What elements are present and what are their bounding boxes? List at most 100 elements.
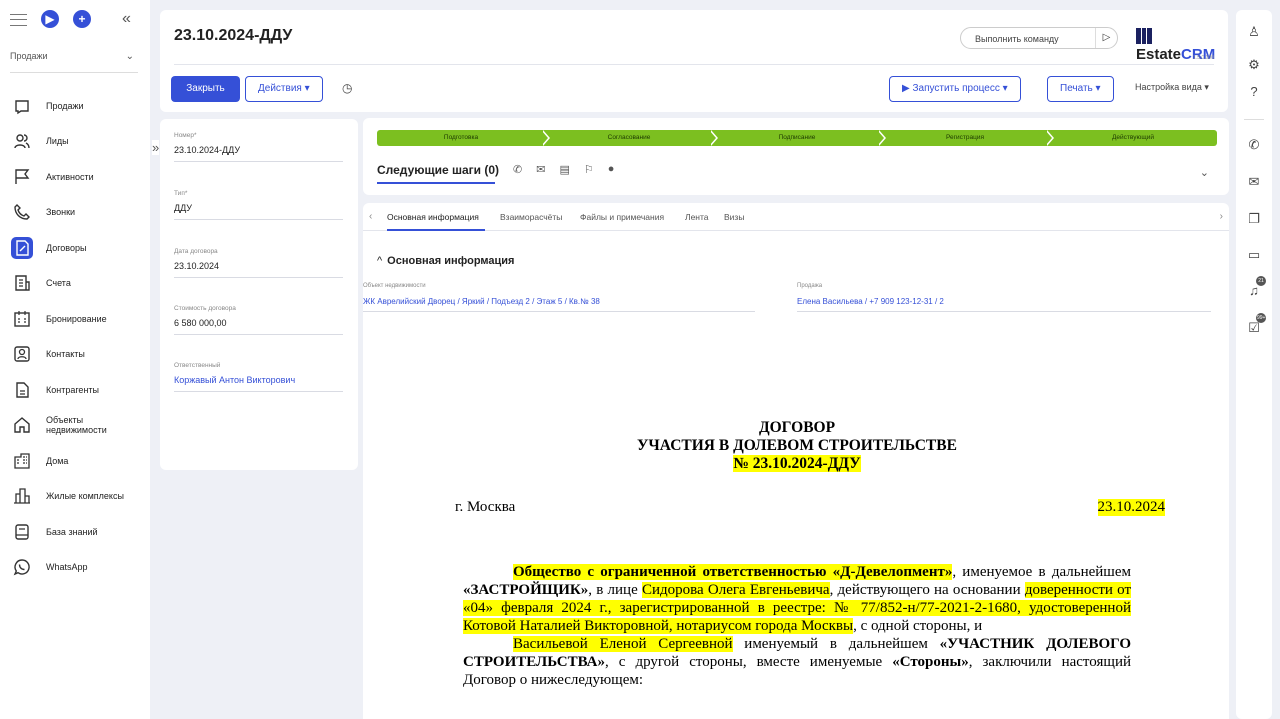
add-icon[interactable]: + [73, 10, 91, 28]
gear-icon[interactable]: ⚙ [1245, 56, 1263, 74]
object-field[interactable]: Объект недвижимости ЖК Аврелийский Дворе… [363, 283, 755, 312]
field-value[interactable]: ДДУ [174, 203, 343, 220]
sidebar-nav: Продажи Лиды Активности Звонки Договоры … [0, 88, 150, 585]
sidebar-item-label: Бронирование [46, 313, 107, 324]
sidebar-item-calls[interactable]: Звонки [0, 195, 150, 231]
tab-visas[interactable]: Визы [724, 212, 744, 222]
next-steps-tab[interactable]: Следующие шаги (0) [377, 163, 499, 177]
sidebar-item-sales[interactable]: Продажи [0, 88, 150, 124]
stage-item[interactable]: Подготовка [377, 130, 550, 146]
sale-field[interactable]: Продажа Елена Васильева / +7 909 123-12-… [797, 283, 1211, 312]
user-icon[interactable]: ♙ [1245, 23, 1263, 41]
sidebar-item-real-estate[interactable]: Объекты недвижимости [0, 408, 150, 444]
field-value[interactable]: 23.10.2024 [174, 261, 343, 278]
field-label: Номер* [174, 132, 197, 139]
sidebar-item-label: Звонки [46, 207, 76, 218]
print-button[interactable]: Печать ▾ [1047, 76, 1114, 102]
chevron-right-icon[interactable]: › [1220, 211, 1223, 222]
field-value[interactable]: 6 580 000,00 [174, 318, 343, 335]
sidebar-item-label: База знаний [46, 526, 98, 537]
sidebar-item-leads[interactable]: Лиды [0, 124, 150, 160]
play-icon[interactable]: ▶ [41, 10, 59, 28]
phone-icon[interactable]: ✆ [1245, 136, 1263, 154]
field-label: Стоимость договора [174, 305, 236, 312]
chevron-down-icon[interactable]: ⌄ [1200, 166, 1209, 179]
tab-settlements[interactable]: Взаиморасчёты [500, 212, 562, 222]
doc-participant: Васильевой Еленой Сергеевной [513, 636, 733, 652]
type-field[interactable]: Тип* ДДУ [174, 190, 343, 220]
object-link[interactable]: ЖК Аврелийский Дворец / Яркий / Подъезд … [363, 297, 755, 312]
field-label: Объект недвижимости [363, 283, 426, 289]
tab-feed[interactable]: Лента [685, 212, 709, 222]
tab-files[interactable]: Файлы и примечания [580, 212, 664, 222]
run-process-button[interactable]: ▶ Запустить процесс ▾ [889, 76, 1021, 102]
sidebar-item-activities[interactable]: Активности [0, 159, 150, 195]
tab-main-info[interactable]: Основная информация [387, 212, 479, 222]
tasks-badge: 99+ [1256, 313, 1267, 323]
sidebar-top: ▶ + « [0, 0, 150, 38]
sidebar-item-label: Контакты [46, 349, 85, 360]
responsible-field[interactable]: Ответственный Коржавый Антон Викторович [174, 362, 343, 392]
tasks-icon[interactable]: ☑ 99+ [1245, 313, 1267, 337]
section-header[interactable]: ^ Основная информация [377, 255, 514, 267]
field-label: Ответственный [174, 362, 221, 369]
sidebar: ▶ + « Продажи ⌄ Продажи Лиды Активности … [0, 0, 150, 719]
close-button[interactable]: Закрыть [171, 76, 240, 102]
sidebar-item-booking[interactable]: Бронирование [0, 301, 150, 337]
sale-link[interactable]: Елена Васильева / +7 909 123-12-31 / 2 [797, 297, 1211, 312]
field-value[interactable]: 23.10.2024-ДДУ [174, 145, 343, 162]
stage-item-current[interactable]: Действующий [1049, 130, 1217, 146]
stage-item[interactable]: Подписание [713, 130, 886, 146]
tag-icon[interactable]: ◷ [342, 81, 352, 95]
doc-title-line: ДОГОВОР [758, 419, 836, 436]
chevron-up-icon: ^ [377, 255, 383, 267]
sidebar-item-complexes[interactable]: Жилые комплексы [0, 479, 150, 515]
chevron-left-icon[interactable]: ‹ [369, 211, 372, 222]
help-icon[interactable]: ? [1245, 83, 1263, 101]
sidebar-item-contracts[interactable]: Договоры [0, 230, 150, 266]
stage-item[interactable]: Регистрация [881, 130, 1054, 146]
bell-icon[interactable]: ♫ 21 [1245, 276, 1266, 300]
run-command-icon[interactable]: ▷ [1095, 28, 1117, 48]
command-input[interactable]: Выполнить команду ▷ [960, 27, 1118, 49]
section-select[interactable]: Продажи ⌄ [10, 51, 138, 73]
sidebar-item-label: Лиды [46, 136, 69, 147]
actions-button[interactable]: Действия ▾ [245, 76, 323, 102]
date-field[interactable]: Дата договора 23.10.2024 [174, 248, 343, 278]
section-select-value: Продажи [10, 51, 48, 61]
sidebar-item-knowledge-base[interactable]: База знаний [0, 514, 150, 550]
field-label: Дата договора [174, 248, 218, 255]
phone-icon[interactable]: ✆ [513, 163, 522, 176]
cost-field[interactable]: Стоимость договора 6 580 000,00 [174, 305, 343, 335]
main-content: ‹ Основная информация Взаиморасчёты Файл… [363, 203, 1229, 719]
field-value[interactable]: Коржавый Антон Викторович [174, 375, 343, 392]
version-label: 1.5.0.100 [1193, 55, 1214, 61]
chat-icon[interactable]: ▭ [1245, 246, 1263, 264]
stage-item[interactable]: Согласование [545, 130, 718, 146]
copy-icon[interactable]: ❐ [1245, 210, 1263, 228]
sidebar-item-contacts[interactable]: Контакты [0, 337, 150, 373]
record-header: 23.10.2024-ДДУ Выполнить команду ▷ Estat… [160, 10, 1228, 112]
expand-panel-icon[interactable]: » [152, 140, 160, 155]
mail-icon[interactable]: ✉ [536, 163, 545, 176]
page-title: 23.10.2024-ДДУ [174, 27, 293, 44]
doc-text: , действующего на основании [829, 582, 1025, 598]
note-icon[interactable]: ▤ [559, 163, 569, 176]
document-icon [11, 379, 33, 401]
collapse-sidebar-icon[interactable]: « [122, 10, 131, 28]
flag-icon[interactable]: ⚐ [584, 163, 594, 176]
doc-parties: «Стороны» [892, 654, 969, 670]
sidebar-item-counterparties[interactable]: Контрагенты [0, 372, 150, 408]
number-field[interactable]: Номер* 23.10.2024-ДДУ [174, 132, 343, 162]
chevron-down-icon: ⌄ [125, 51, 134, 62]
sidebar-item-invoices[interactable]: Счета [0, 266, 150, 302]
mail-icon[interactable]: ✉ [1245, 173, 1263, 191]
menu-icon[interactable] [10, 14, 27, 26]
sidebar-item-whatsapp[interactable]: WhatsApp [0, 550, 150, 586]
telegram-icon[interactable]: ● [608, 163, 615, 176]
sidebar-item-houses[interactable]: Дома [0, 443, 150, 479]
view-settings-button[interactable]: Настройка вида ▾ [1135, 82, 1209, 93]
divider [174, 64, 1214, 65]
sidebar-item-label: Жилые комплексы [46, 491, 124, 502]
doc-text: , именуемое в дальнейшем [952, 564, 1131, 580]
